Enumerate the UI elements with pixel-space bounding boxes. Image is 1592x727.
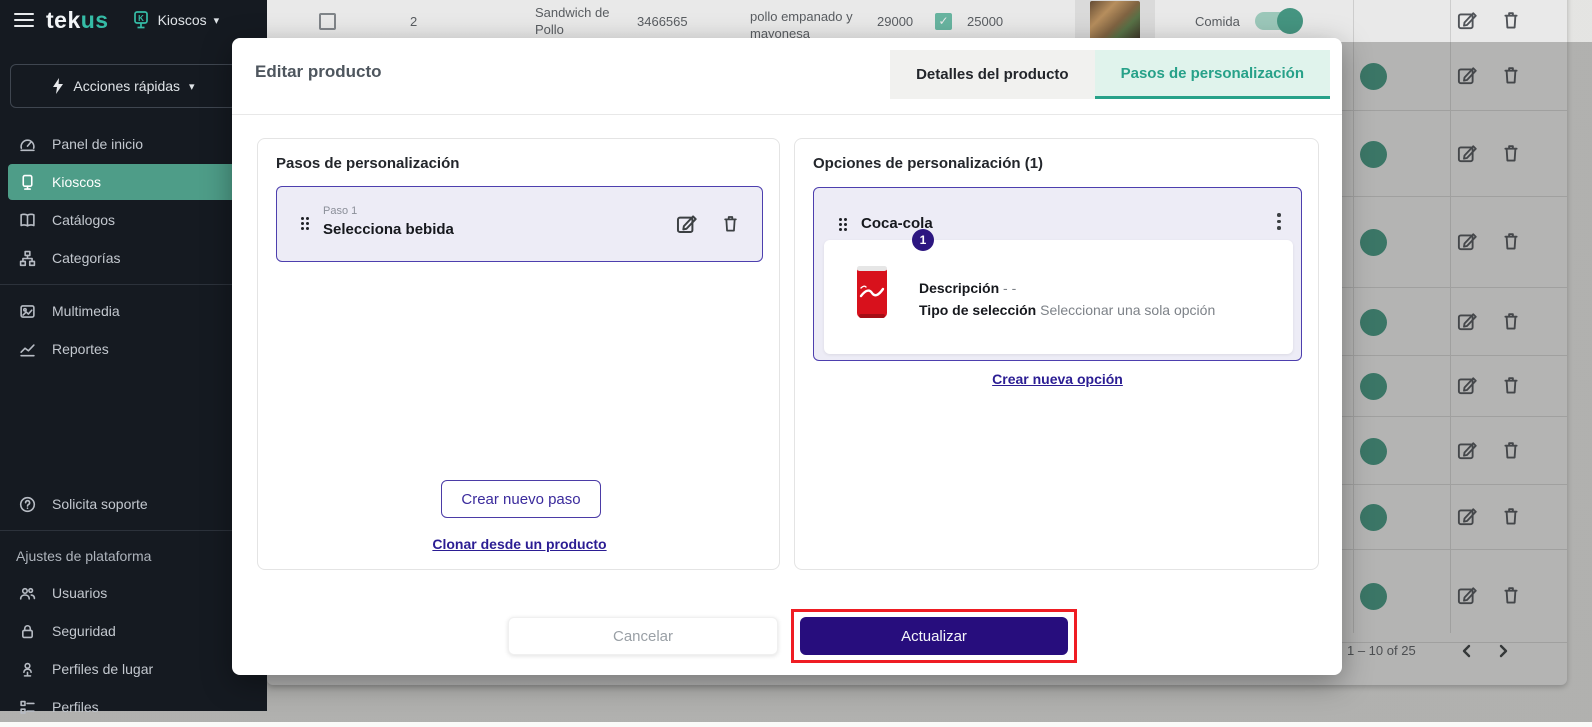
modal-tabs: Detalles del producto Pasos de personali…	[890, 50, 1330, 99]
clone-from-product-link[interactable]: Clonar desde un producto	[432, 536, 606, 552]
help-icon	[19, 496, 36, 513]
topbar: tekus K Kioscos ▾	[0, 0, 267, 40]
lock-icon	[19, 623, 36, 640]
kiosk-icon	[19, 174, 36, 191]
step-label: Paso 1	[323, 205, 357, 217]
divider	[232, 114, 1342, 115]
step-card[interactable]: Paso 1 Selecciona bebida	[276, 186, 763, 262]
cancel-button[interactable]: Cancelar	[508, 617, 778, 655]
sidebar: tekus K Kioscos ▾ Acciones rápidas ▾ Pan…	[0, 0, 267, 711]
sidebar-item-solicita-soporte[interactable]: Solicita soporte	[8, 486, 259, 522]
sidebar-item-multimedia[interactable]: Multimedia	[8, 293, 259, 329]
drag-handle-icon[interactable]	[839, 218, 848, 232]
sidebar-item-usuarios[interactable]: Usuarios	[8, 575, 259, 611]
edit-product-modal: Editar producto Detalles del producto Pa…	[232, 38, 1342, 675]
app-logo: tekus	[46, 7, 109, 34]
delete-step-icon[interactable]	[721, 213, 740, 234]
svg-text:K: K	[138, 14, 144, 23]
options-panel-heading: Opciones de personalización (1)	[813, 155, 1043, 172]
option-details: 1 Descripción - - Tipo de selección Sele…	[824, 240, 1293, 354]
edit-step-icon[interactable]	[676, 213, 697, 234]
person-pin-icon	[19, 661, 36, 678]
hamburger-menu-icon[interactable]	[14, 13, 34, 27]
sidebar-item-reportes[interactable]: Reportes	[8, 331, 259, 367]
sidebar-item-panel-de-inicio[interactable]: Panel de inicio	[8, 126, 259, 162]
chart-icon	[19, 341, 36, 358]
sidebar-item-seguridad[interactable]: Seguridad	[8, 613, 259, 649]
caret-down-icon: ▾	[214, 14, 220, 27]
create-step-button[interactable]: Crear nuevo paso	[441, 480, 601, 518]
quick-actions-button[interactable]: Acciones rápidas ▾	[10, 64, 237, 108]
sidebar-item-catalogos[interactable]: Catálogos	[8, 202, 259, 238]
users-icon	[19, 585, 36, 602]
option-description: Descripción - -	[919, 280, 1016, 296]
sidebar-item-categorias[interactable]: Categorías	[8, 240, 259, 276]
update-button[interactable]: Actualizar	[800, 617, 1068, 655]
divider	[0, 530, 267, 531]
dashboard-icon	[19, 136, 36, 153]
coca-cola-can-image	[852, 262, 892, 322]
tab-pasos-de-personalizacion[interactable]: Pasos de personalización	[1095, 50, 1330, 99]
lightning-icon	[52, 78, 64, 94]
step-name: Selecciona bebida	[323, 221, 454, 238]
steps-panel-heading: Pasos de personalización	[276, 155, 459, 172]
steps-panel: Pasos de personalización Paso 1 Seleccio…	[257, 138, 780, 570]
create-option-link[interactable]: Crear nueva opción	[992, 371, 1123, 387]
kiosk-icon: K	[131, 10, 151, 30]
option-card[interactable]: Coca-cola 1 Descripción - - Tipo de sele…	[813, 187, 1302, 361]
sidebar-item-kioscos[interactable]: Kioscos	[8, 164, 259, 200]
divider	[0, 284, 267, 285]
tab-detalles-del-producto[interactable]: Detalles del producto	[890, 50, 1095, 99]
sidebar-item-perfiles-de-lugar[interactable]: Perfiles de lugar	[8, 651, 259, 687]
profiles-list-icon	[19, 699, 36, 716]
option-order-badge: 1	[912, 229, 934, 251]
option-selection-type: Tipo de selección Seleccionar una sola o…	[919, 302, 1215, 318]
image-icon	[19, 303, 36, 320]
caret-down-icon: ▾	[189, 80, 195, 93]
modal-title: Editar producto	[255, 62, 382, 82]
drag-handle-icon[interactable]	[301, 217, 310, 231]
options-panel: Opciones de personalización (1) Coca-col…	[794, 138, 1319, 570]
sitemap-icon	[19, 250, 36, 267]
context-label: Kioscos	[158, 12, 207, 28]
context-switcher[interactable]: K Kioscos ▾	[131, 10, 220, 30]
settings-section-label: Ajustes de plataforma	[0, 539, 267, 573]
book-icon	[19, 212, 36, 229]
sidebar-item-perfiles[interactable]: Perfiles	[8, 689, 259, 725]
option-menu-icon[interactable]	[1277, 213, 1281, 230]
